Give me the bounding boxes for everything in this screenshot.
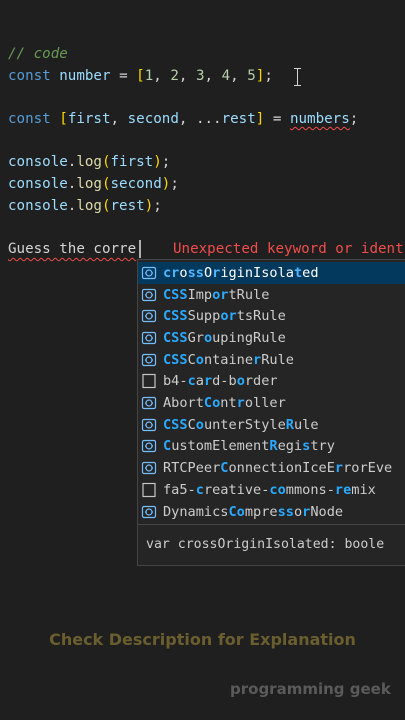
variable-symbol-icon bbox=[141, 417, 157, 433]
suggestion-label: crossOriginIsolated bbox=[163, 264, 319, 281]
log-argument: second bbox=[110, 176, 162, 192]
variable-name: second bbox=[127, 111, 179, 127]
console-object: console bbox=[8, 176, 68, 192]
video-caption: Check Description for Explanation bbox=[49, 630, 356, 649]
code-line-log-2: console.log(second); bbox=[8, 176, 179, 192]
suggestion-label: AbortController bbox=[163, 395, 286, 412]
log-argument: first bbox=[110, 154, 154, 170]
suggestion-label: CustomElementRegistry bbox=[163, 438, 335, 455]
channel-watermark: programming geek bbox=[230, 680, 391, 698]
suggestion-item[interactable]: CSSSupportsRule bbox=[138, 305, 405, 327]
number-literal: 5 bbox=[247, 68, 256, 84]
text-snippet-icon bbox=[141, 482, 157, 498]
suggestion-label: CSSCounterStyleRule bbox=[163, 416, 319, 433]
variable-reference-error: numbers bbox=[289, 111, 350, 127]
mouse-ibeam-cursor-icon bbox=[294, 68, 301, 86]
suggestion-item[interactable]: CSSContainerRule bbox=[138, 349, 405, 371]
suggestion-item[interactable]: crossOriginIsolated bbox=[138, 262, 405, 284]
inline-error-message: Unexpected keyword or ident bbox=[173, 241, 404, 257]
suggestion-label: CSSSupportsRule bbox=[163, 308, 286, 325]
code-line-1: // code bbox=[8, 43, 68, 65]
suggestion-item[interactable]: b4-card-border bbox=[138, 371, 405, 393]
code-line-3: const [first, second, ...rest] = numbers… bbox=[8, 111, 359, 127]
operator: = bbox=[272, 111, 282, 127]
spread-operator: ... bbox=[195, 111, 222, 127]
suggestion-item[interactable]: fa5-creative-commons-remix bbox=[138, 479, 405, 501]
suggestion-label: RTCPeerConnectionIceErrorEve bbox=[163, 460, 393, 477]
suggest-detail: var crossOriginIsolated: boole bbox=[138, 524, 405, 565]
variable-symbol-icon bbox=[141, 352, 157, 368]
variable-symbol-icon bbox=[141, 460, 157, 476]
variable-symbol-icon bbox=[141, 265, 157, 281]
semicolon: ; bbox=[264, 68, 273, 84]
semicolon: ; bbox=[349, 111, 359, 127]
text-caret bbox=[139, 240, 141, 258]
suggestion-label: CSSImportRule bbox=[163, 286, 270, 303]
code-editor[interactable]: // code const number = [1, 2, 3, 4, 5]; … bbox=[0, 0, 405, 720]
code-line-log-1: console.log(first); bbox=[8, 154, 171, 170]
suggestion-item[interactable]: DynamicsCompressorNode bbox=[138, 501, 405, 523]
suggestion-item[interactable]: RTCPeerConnectionIceErrorEve bbox=[138, 457, 405, 479]
code-line-log-3: console.log(rest); bbox=[8, 198, 162, 214]
bracket-open: [ bbox=[59, 111, 68, 127]
bracket-close: ] bbox=[255, 111, 265, 127]
variable-symbol-icon bbox=[141, 438, 157, 454]
variable-symbol-icon bbox=[141, 504, 157, 520]
variable-symbol-icon bbox=[141, 287, 157, 303]
suggestion-item[interactable]: AbortController bbox=[138, 392, 405, 414]
keyword-const: const bbox=[8, 68, 51, 84]
variable-name: rest bbox=[221, 111, 256, 127]
suggestion-label: fa5-creative-commons-remix bbox=[163, 481, 376, 498]
variable-symbol-icon bbox=[141, 308, 157, 324]
keyword-const: const bbox=[8, 111, 51, 127]
log-function: log bbox=[76, 176, 102, 192]
bracket-open: [ bbox=[136, 68, 145, 84]
variable-symbol-icon bbox=[141, 330, 157, 346]
suggestion-label: b4-card-border bbox=[163, 373, 278, 390]
log-function: log bbox=[76, 198, 102, 214]
suggestion-label: CSSGroupingRule bbox=[163, 329, 286, 346]
number-literal: 2 bbox=[170, 68, 179, 84]
code-line-2: const number = [1, 2, 3, 4, 5]; bbox=[8, 68, 273, 84]
suggestion-item[interactable]: CSSCounterStyleRule bbox=[138, 414, 405, 436]
autocomplete-suggest-widget[interactable]: crossOriginIsolated CSSImportRule CSSSuppo… bbox=[137, 259, 405, 566]
suggestion-item[interactable]: CustomElementRegistry bbox=[138, 436, 405, 458]
console-object: console bbox=[8, 154, 68, 170]
comment: // code bbox=[8, 46, 68, 62]
suggestion-item[interactable]: CSSGroupingRule bbox=[138, 327, 405, 349]
variable-name: first bbox=[67, 111, 111, 127]
variable-symbol-icon bbox=[141, 395, 157, 411]
log-function: log bbox=[76, 154, 102, 170]
number-literal: 4 bbox=[221, 68, 231, 84]
console-object: console bbox=[8, 198, 68, 214]
typed-text-line[interactable]: Guess the corre bbox=[8, 238, 136, 260]
suggestion-label: DynamicsCompressorNode bbox=[163, 503, 344, 520]
log-argument: rest bbox=[110, 198, 145, 214]
suggestion-item[interactable]: CSSImportRule bbox=[138, 284, 405, 306]
number-literal: 1 bbox=[144, 68, 154, 84]
suggestion-label: CSSContainerRule bbox=[163, 351, 294, 368]
operator: = bbox=[119, 68, 128, 84]
variable-name: number bbox=[59, 68, 111, 84]
number-literal: 3 bbox=[195, 68, 205, 84]
text-snippet-icon bbox=[141, 373, 157, 389]
